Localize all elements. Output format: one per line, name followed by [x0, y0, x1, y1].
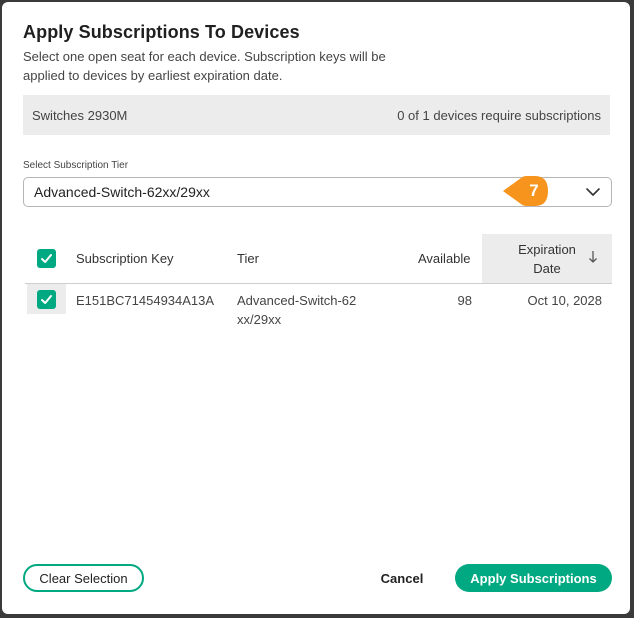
dialog-title: Apply Subscriptions To Devices — [23, 22, 300, 42]
apply-subscriptions-dialog: Apply Subscriptions To Devices Select on… — [2, 2, 630, 614]
row-checkbox[interactable] — [37, 290, 56, 309]
column-header-expiration[interactable]: Expiration Date — [482, 234, 612, 283]
device-name: Switches 2930M — [32, 107, 128, 123]
device-status: 0 of 1 devices require subscriptions — [397, 107, 601, 123]
check-icon — [41, 295, 52, 304]
column-header-key[interactable]: Subscription Key — [76, 234, 174, 283]
table-header: Subscription Key Tier Available Expirati… — [25, 234, 612, 284]
row-tier: Advanced-Switch-62xx/29xx — [237, 293, 357, 327]
column-header-available[interactable]: Available — [418, 234, 471, 283]
row-subscription-key: E151BC71454934A13A — [76, 293, 215, 308]
expiration-header-label: Expiration Date — [518, 241, 576, 276]
dialog-description: Select one open seat for each device. Su… — [23, 49, 386, 83]
device-summary-bar: Switches 2930M 0 of 1 devices require su… — [23, 95, 610, 135]
arrow-down-icon — [589, 251, 597, 263]
table-row[interactable]: E151BC71454934A13A Advanced-Switch-62xx/… — [25, 284, 612, 330]
tier-select-label: Select Subscription Tier — [23, 160, 129, 171]
chevron-down-icon — [586, 188, 600, 196]
subscription-table: Subscription Key Tier Available Expirati… — [25, 234, 612, 330]
step-callout-number: 7 — [529, 181, 539, 200]
apply-subscriptions-button[interactable]: Apply Subscriptions — [455, 564, 612, 592]
column-header-tier[interactable]: Tier — [237, 234, 259, 283]
clear-selection-button[interactable]: Clear Selection — [23, 564, 144, 592]
row-available: 98 — [457, 293, 472, 308]
select-all-checkbox[interactable] — [37, 249, 56, 268]
row-expiration: Oct 10, 2028 — [527, 293, 602, 308]
check-icon — [41, 254, 52, 263]
cancel-button[interactable]: Cancel — [372, 564, 432, 592]
